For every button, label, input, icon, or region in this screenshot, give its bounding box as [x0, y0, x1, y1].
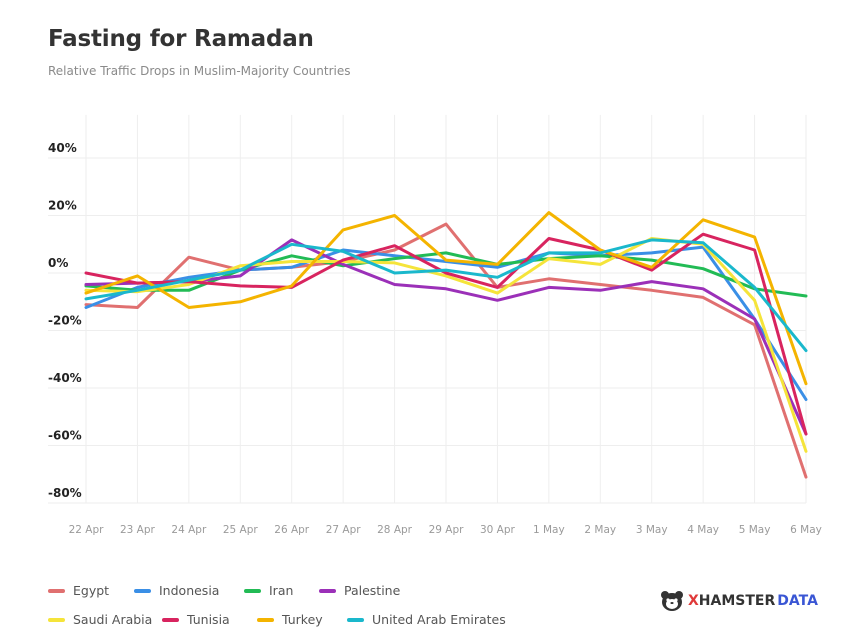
legend-swatch [347, 617, 364, 622]
x-tick-label: 22 Apr [69, 524, 105, 536]
logo-data: DATA [777, 593, 818, 609]
legend-label: Indonesia [159, 583, 220, 598]
legend-label: Egypt [73, 583, 110, 598]
x-tick-label: 29 Apr [429, 524, 465, 536]
x-tick-label: 5 May [739, 524, 771, 536]
legend-swatch [162, 617, 179, 622]
x-tick-label: 25 Apr [223, 524, 259, 536]
legend: Egypt Indonesia Iran Palestine Saudi Arabia… [48, 576, 608, 634]
x-tick-label: 2 May [584, 524, 616, 536]
legend-label: United Arab Emirates [372, 612, 506, 627]
legend-swatch [48, 617, 65, 622]
x-tick-label: 24 Apr [171, 524, 207, 536]
y-tick-label: 0% [48, 256, 68, 270]
legend-row: Egypt Indonesia Iran Palestine [48, 576, 608, 605]
x-tick-label: 6 May [790, 524, 822, 536]
y-tick-label: 20% [48, 199, 77, 213]
legend-label: Turkey [282, 612, 323, 627]
x-tick-label: 26 Apr [274, 524, 310, 536]
legend-item-egypt[interactable]: Egypt [48, 583, 134, 598]
legend-label: Palestine [344, 583, 401, 598]
legend-swatch [319, 588, 336, 593]
y-tick-label: -20% [48, 314, 82, 328]
legend-item-united-arab-emirates[interactable]: United Arab Emirates [347, 612, 527, 627]
legend-label: Saudi Arabia [73, 612, 153, 627]
legend-label: Iran [269, 583, 294, 598]
y-tick-label: 40% [48, 141, 77, 155]
legend-label: Tunisia [187, 612, 230, 627]
x-tick-label: 23 Apr [120, 524, 156, 536]
y-tick-label: -40% [48, 371, 82, 385]
hamster-face-icon [661, 591, 683, 611]
xhamster-data-logo: X HAMSTER DATA [660, 590, 818, 612]
x-tick-label: 3 May [636, 524, 668, 536]
x-tick-label: 28 Apr [377, 524, 413, 536]
legend-swatch [134, 588, 151, 593]
logo-x: X [688, 593, 699, 609]
legend-item-iran[interactable]: Iran [244, 583, 319, 598]
line-chart: 40% 20% 0% -20% -40% -60% -80% 22 Apr 23 Apr 24 … [48, 114, 822, 536]
legend-swatch [257, 617, 274, 622]
y-axis: 40% 20% 0% -20% -40% -60% -80% [48, 141, 82, 500]
x-tick-label: 30 Apr [480, 524, 516, 536]
x-axis: 22 Apr 23 Apr 24 Apr 25 Apr 26 Apr 27 Apr 28 A… [69, 524, 822, 536]
x-tick-label: 27 Apr [326, 524, 362, 536]
y-tick-label: -80% [48, 486, 82, 500]
legend-item-saudi-arabia[interactable]: Saudi Arabia [48, 612, 162, 627]
legend-item-tunisia[interactable]: Tunisia [162, 612, 257, 627]
x-tick-label: 1 May [533, 524, 565, 536]
logo-hamster: HAMSTER [698, 593, 776, 609]
legend-item-palestine[interactable]: Palestine [319, 583, 419, 598]
legend-swatch [48, 588, 65, 593]
legend-swatch [244, 588, 261, 593]
grid [48, 114, 807, 504]
legend-item-indonesia[interactable]: Indonesia [134, 583, 244, 598]
legend-row: Saudi Arabia Tunisia Turkey United Arab Emi… [48, 605, 608, 634]
x-tick-label: 4 May [687, 524, 719, 536]
y-tick-label: -60% [48, 429, 82, 443]
legend-item-turkey[interactable]: Turkey [257, 612, 347, 627]
